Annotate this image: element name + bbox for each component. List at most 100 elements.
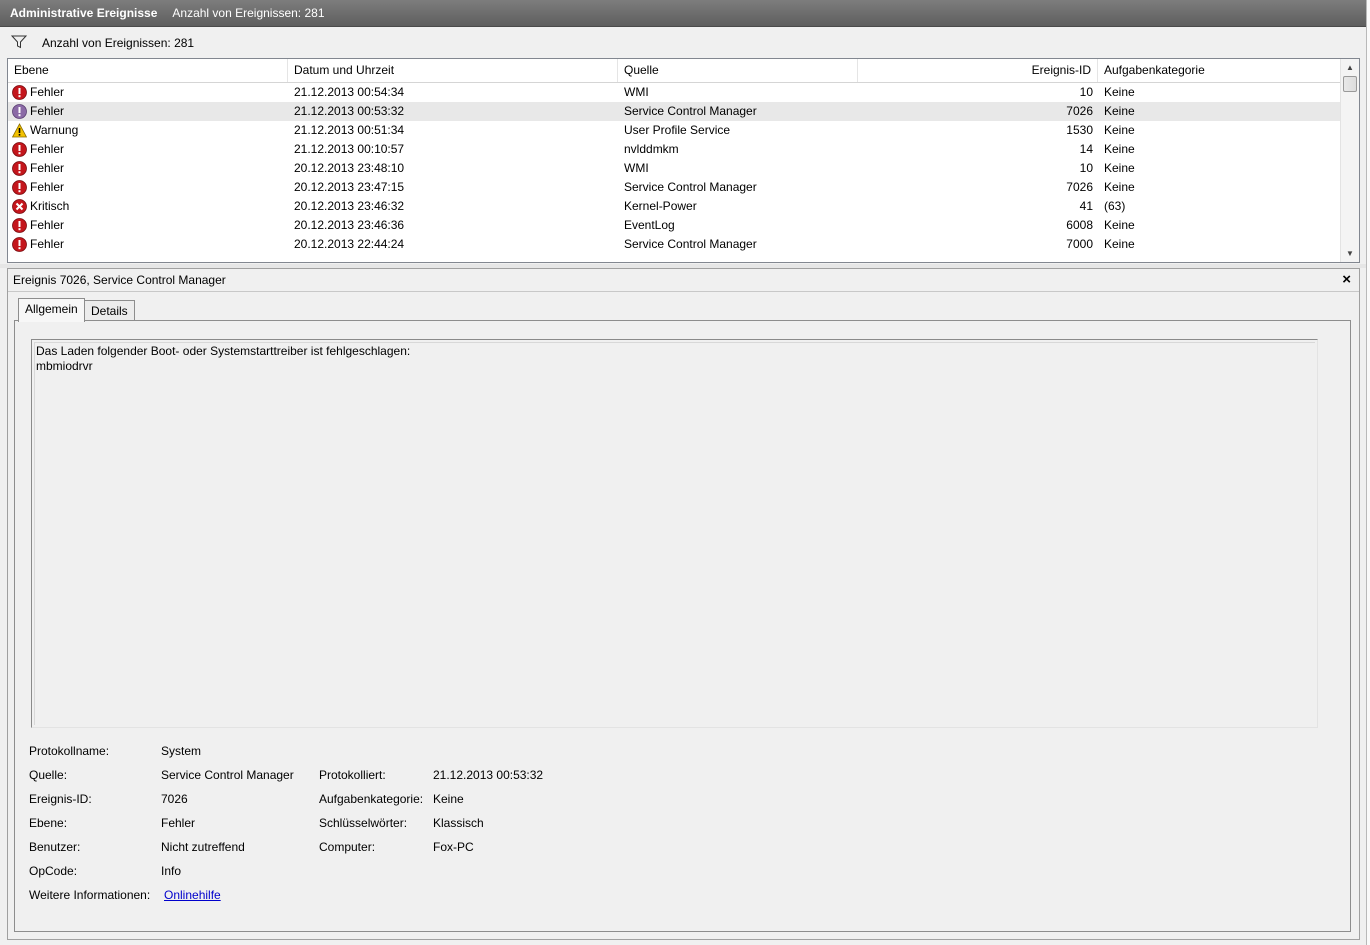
cell-category: Keine <box>1104 180 1135 194</box>
cell-level: Fehler <box>12 216 282 235</box>
filter-bar: Anzahl von Ereignissen: 281 <box>0 28 1366 58</box>
cell-datetime: 20.12.2013 22:44:24 <box>294 237 405 251</box>
opcode-value: Info <box>161 864 182 878</box>
eventid-label: Ereignis-ID: <box>29 792 92 806</box>
level-text: Fehler <box>30 142 65 156</box>
keywords-label: Schlüsselwörter: <box>319 816 408 830</box>
cell-level: Kritisch <box>12 197 282 216</box>
cell-category: Keine <box>1104 161 1135 175</box>
cell-datetime: 21.12.2013 00:53:32 <box>294 104 405 118</box>
warning-icon <box>12 123 28 138</box>
level-label: Ebene: <box>29 816 68 830</box>
more-info-label: Weitere Informationen: <box>29 888 151 902</box>
cell-source: EventLog <box>624 218 675 232</box>
user-value: Nicht zutreffend <box>161 840 245 854</box>
level-text: Fehler <box>30 161 65 175</box>
category-value: Keine <box>433 792 464 806</box>
table-row[interactable]: Fehler 20.12.2013 22:44:24 Service Control… <box>8 235 1340 254</box>
level-text: Warnung <box>30 123 79 137</box>
user-label: Benutzer: <box>29 840 81 854</box>
level-value: Fehler <box>161 816 196 830</box>
table-row[interactable]: Fehler 21.12.2013 00:10:57 nvlddmkm 14 Keine <box>8 140 1340 159</box>
cell-level: Fehler <box>12 83 282 102</box>
view-title: Administrative Ereignisse <box>10 6 158 20</box>
cell-level: Fehler <box>12 102 282 121</box>
cell-eventid: 10 <box>1079 161 1093 175</box>
logname-value: System <box>161 744 202 758</box>
cell-level: Fehler <box>12 235 282 254</box>
column-header-category[interactable]: Aufgabenkategorie <box>1098 59 1340 82</box>
cell-source: WMI <box>624 161 649 175</box>
opcode-label: OpCode: <box>29 864 78 878</box>
event-detail-pane: Ereignis 7026, Service Control Manager ×… <box>7 268 1360 940</box>
table-row[interactable]: Fehler 20.12.2013 23:47:15 Service Control… <box>8 178 1340 197</box>
close-icon[interactable]: × <box>1342 271 1351 288</box>
tab-details[interactable]: Details <box>84 300 135 322</box>
cell-source: Service Control Manager <box>624 104 757 118</box>
table-row[interactable]: Fehler 20.12.2013 23:48:10 WMI 10 Keine <box>8 159 1340 178</box>
cell-level: Fehler <box>12 178 282 197</box>
cell-datetime: 20.12.2013 23:48:10 <box>294 161 405 175</box>
column-header-datetime[interactable]: Datum und Uhrzeit <box>288 59 618 82</box>
table-row[interactable]: Warnung 21.12.2013 00:51:34 User Profile S… <box>8 121 1340 140</box>
error-icon <box>12 180 27 195</box>
error-icon <box>12 104 27 119</box>
filter-event-count: Anzahl von Ereignissen: 281 <box>42 36 195 50</box>
level-text: Fehler <box>30 218 65 232</box>
level-text: Kritisch <box>30 199 70 213</box>
event-count-header: Anzahl von Ereignissen: 281 <box>172 6 325 20</box>
cell-source: Service Control Manager <box>624 237 757 251</box>
cell-eventid: 14 <box>1079 142 1093 156</box>
tab-general[interactable]: Allgemein <box>18 298 85 322</box>
error-icon <box>12 161 27 176</box>
cell-eventid: 1530 <box>1066 123 1093 137</box>
error-icon <box>12 237 27 252</box>
cell-level: Fehler <box>12 159 282 178</box>
cell-source: nvlddmkm <box>624 142 679 156</box>
error-icon <box>12 142 27 157</box>
logname-label: Protokollname: <box>29 744 110 758</box>
cell-category: Keine <box>1104 85 1135 99</box>
table-row[interactable]: Fehler 21.12.2013 00:53:32 Service Control… <box>8 102 1340 121</box>
event-list[interactable]: Ebene Datum und Uhrzeit Quelle Ereignis-… <box>7 58 1360 263</box>
eventid-value: 7026 <box>161 792 188 806</box>
general-tab-panel: Das Laden folgender Boot- oder Systemsta… <box>14 320 1351 932</box>
category-label: Aufgabenkategorie: <box>319 792 424 806</box>
cell-datetime: 20.12.2013 23:46:32 <box>294 199 405 213</box>
cell-datetime: 21.12.2013 00:51:34 <box>294 123 405 137</box>
cell-datetime: 20.12.2013 23:46:36 <box>294 218 405 232</box>
column-header-level[interactable]: Ebene <box>8 59 288 82</box>
source-value: Service Control Manager <box>161 768 294 782</box>
error-icon <box>12 85 27 100</box>
computer-value: Fox-PC <box>433 840 474 854</box>
table-row[interactable]: Kritisch 20.12.2013 23:46:32 Kernel-Power 4… <box>8 197 1340 216</box>
scroll-up-arrow-icon[interactable]: ▲ <box>1341 59 1359 76</box>
critical-icon <box>12 199 27 214</box>
table-row[interactable]: Fehler 20.12.2013 23:46:36 EventLog 6008 Kei… <box>8 216 1340 235</box>
scroll-thumb[interactable] <box>1343 76 1357 92</box>
online-help-link[interactable]: Onlinehilfe <box>164 888 221 902</box>
filter-icon[interactable] <box>11 35 27 49</box>
level-text: Fehler <box>30 104 65 118</box>
detail-title: Ereignis 7026, Service Control Manager <box>13 273 226 287</box>
title-bar: Administrative Ereignisse Anzahl von Ere… <box>0 0 1366 27</box>
cell-level: Fehler <box>12 140 282 159</box>
cell-eventid: 41 <box>1079 199 1093 213</box>
column-header-source[interactable]: Quelle <box>618 59 858 82</box>
event-list-scrollbar[interactable]: ▲ ▼ <box>1340 59 1359 262</box>
event-message-box[interactable]: Das Laden folgender Boot- oder Systemsta… <box>31 339 1318 728</box>
error-icon <box>12 218 27 233</box>
cell-category: Keine <box>1104 237 1135 251</box>
column-header-eventid[interactable]: Ereignis-ID <box>858 59 1098 82</box>
event-rows: Fehler 21.12.2013 00:54:34 WMI 10 Keine Fehle… <box>8 83 1340 254</box>
event-list-header: Ebene Datum und Uhrzeit Quelle Ereignis-… <box>8 59 1340 83</box>
cell-eventid: 10 <box>1079 85 1093 99</box>
scroll-down-arrow-icon[interactable]: ▼ <box>1341 245 1359 262</box>
table-row[interactable]: Fehler 21.12.2013 00:54:34 WMI 10 Keine <box>8 83 1340 102</box>
logged-value: 21.12.2013 00:53:32 <box>433 768 544 782</box>
cell-eventid: 6008 <box>1066 218 1093 232</box>
cell-datetime: 21.12.2013 00:54:34 <box>294 85 405 99</box>
cell-level: Warnung <box>12 121 282 140</box>
cell-eventid: 7000 <box>1066 237 1093 251</box>
cell-eventid: 7026 <box>1066 180 1093 194</box>
